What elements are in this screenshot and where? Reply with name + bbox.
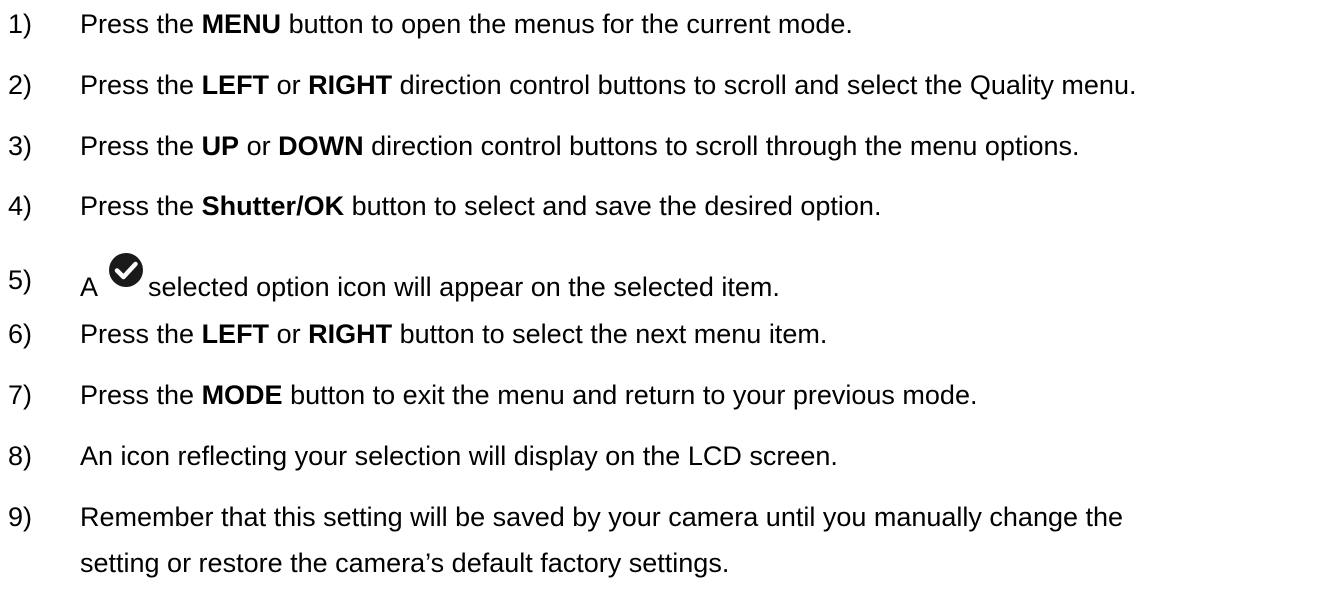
step-number: 3)	[8, 131, 33, 161]
button-name: RIGHT	[308, 70, 393, 100]
step-text-continued: setting or restore the camera’s default …	[80, 548, 730, 578]
button-name: MODE	[201, 380, 283, 410]
step-number: 9)	[8, 502, 33, 532]
step-number: 7)	[8, 380, 33, 410]
step-text: Aselected option icon will appear on the…	[80, 253, 780, 303]
step-text: Press the MODE button to exit the menu a…	[80, 380, 978, 410]
step-text: Press the UP or DOWN direction control b…	[80, 131, 1080, 161]
step-number: 2)	[8, 70, 33, 100]
step-text: Press the MENU button to open the menus …	[80, 9, 853, 39]
button-name: MENU	[201, 9, 282, 39]
list-item: 9) Remember that this setting will be sa…	[0, 501, 1342, 581]
button-name: Shutter/OK	[201, 191, 345, 221]
step-number: 6)	[8, 319, 33, 349]
step-text: Press the LEFT or RIGHT button to select…	[80, 319, 828, 349]
step-number: 1)	[8, 9, 33, 39]
step-number: 4)	[8, 191, 33, 221]
button-name: DOWN	[278, 131, 364, 161]
button-name: UP	[201, 131, 240, 161]
step-text: Press the Shutter/OK button to select an…	[80, 191, 882, 221]
step-text: An icon reflecting your selection will d…	[80, 441, 838, 471]
step-number: 5)	[8, 265, 33, 295]
step-text: Press the LEFT or RIGHT direction contro…	[80, 70, 1137, 100]
step-number: 8)	[8, 441, 33, 471]
check-circle-icon	[109, 253, 144, 287]
step-text: Remember that this setting will be saved…	[80, 502, 1124, 532]
button-name: RIGHT	[308, 319, 393, 349]
button-name: LEFT	[201, 70, 270, 100]
button-name: LEFT	[201, 319, 270, 349]
